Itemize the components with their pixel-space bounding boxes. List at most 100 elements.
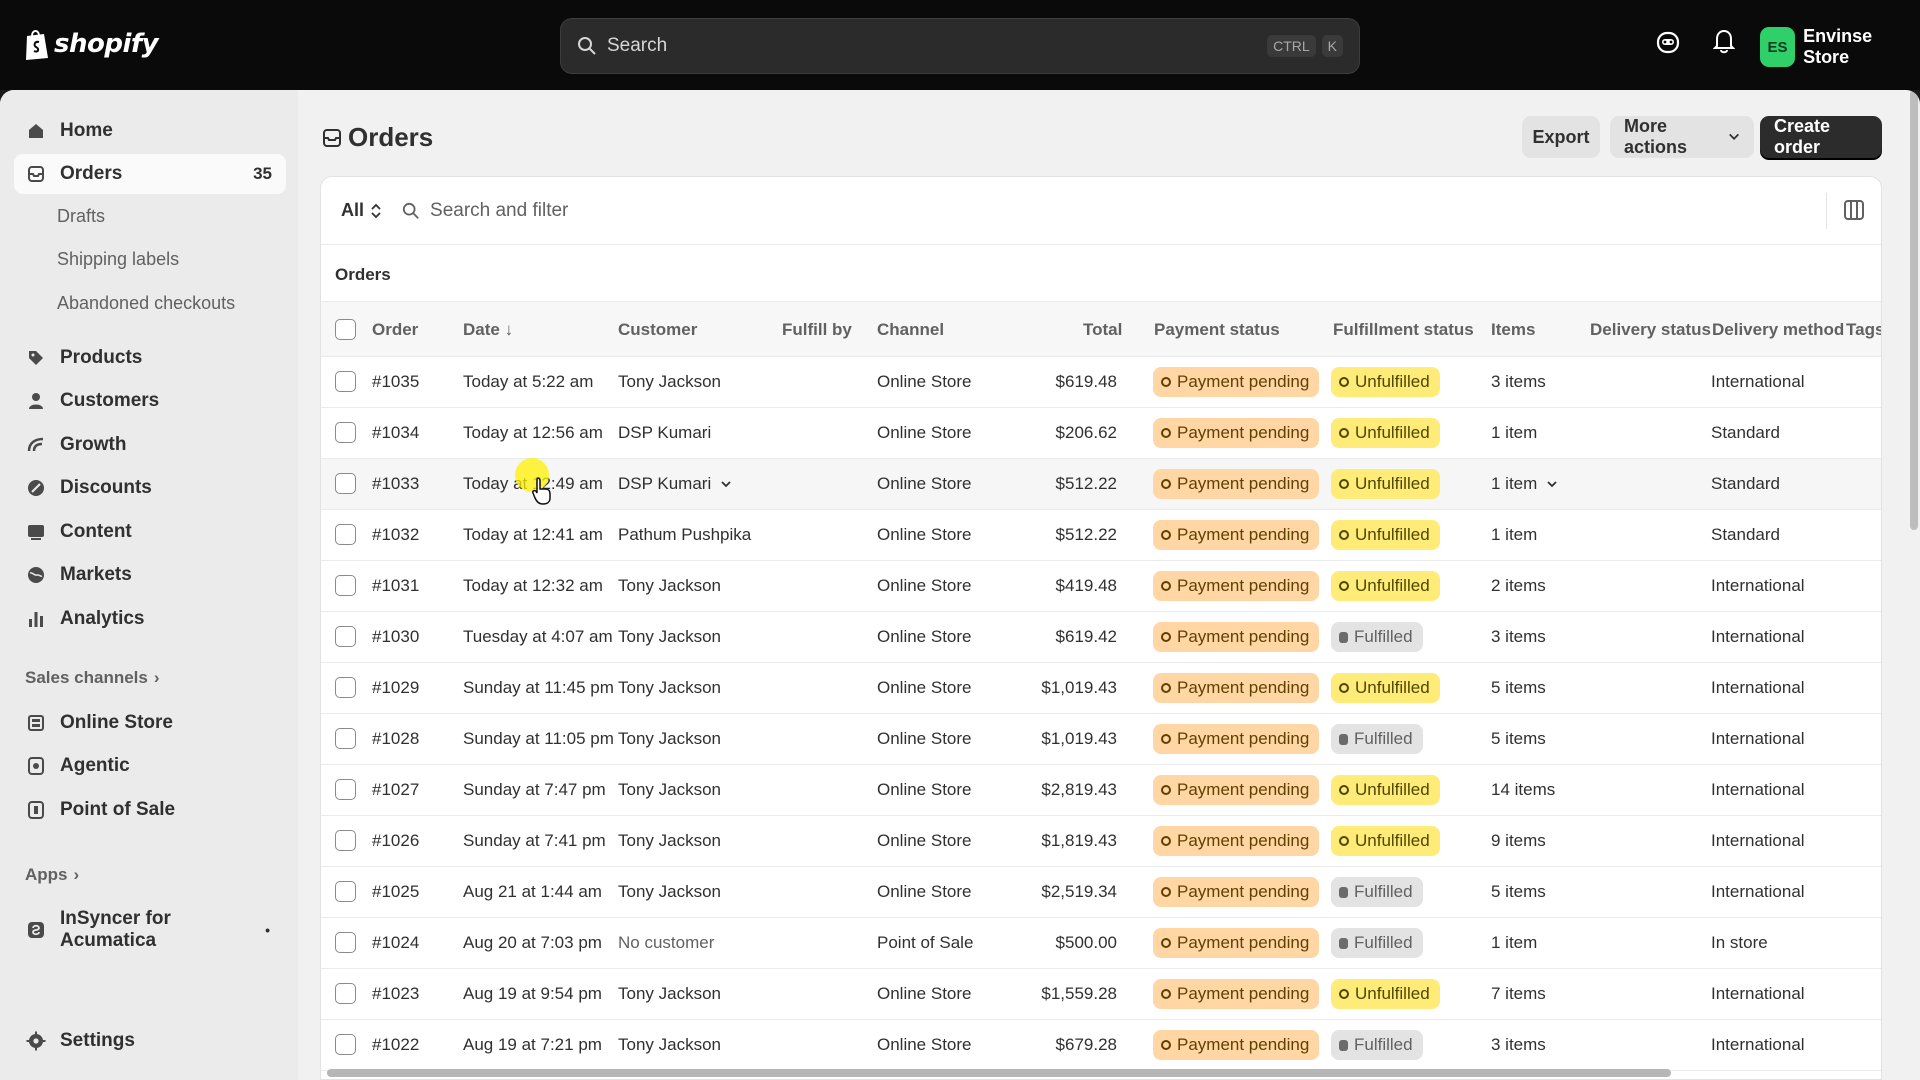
- vertical-scrollbar[interactable]: [1910, 90, 1918, 530]
- search-placeholder: Search: [607, 35, 668, 56]
- order-total: $512.22: [1055, 474, 1117, 493]
- unfulfilled-ring-icon: [1339, 377, 1349, 387]
- table-row[interactable]: #1026 Sunday at 7:41 pm Tony Jackson Online…: [321, 816, 1881, 867]
- sidebar-item-insyncer[interactable]: InSyncer for Acumatica •: [14, 908, 286, 951]
- unfulfilled-ring-icon: [1339, 479, 1349, 489]
- header-channel[interactable]: Channel: [877, 320, 944, 340]
- pointer-hand-icon: [532, 477, 551, 505]
- select-all-checkbox[interactable]: [335, 319, 356, 340]
- table-row[interactable]: #1030 Tuesday at 4:07 am Tony Jackson Onlin…: [321, 612, 1881, 663]
- sidebar-subitem-drafts[interactable]: Drafts: [57, 206, 105, 227]
- header-date[interactable]: Date ↓: [463, 320, 513, 340]
- sidebar-item-products[interactable]: Products: [14, 338, 286, 378]
- sidekick-button[interactable]: [1655, 28, 1681, 56]
- header-delivery-method[interactable]: Delivery method: [1712, 320, 1844, 340]
- discount-icon: [26, 478, 46, 498]
- table-row[interactable]: #1034 Today at 12:56 am DSP Kumari Online S…: [321, 408, 1881, 459]
- items-count: 3 items: [1491, 372, 1546, 392]
- search-and-filter-input[interactable]: Search and filter: [402, 200, 568, 222]
- pending-ring-icon: [1161, 938, 1171, 948]
- unfulfilled-ring-icon: [1339, 989, 1349, 999]
- sidebar-item-online-store[interactable]: Online Store: [14, 703, 286, 743]
- sales-channels-heading[interactable]: Sales channels ›: [25, 668, 160, 688]
- table-row[interactable]: #1035 Today at 5:22 am Tony Jackson Online …: [321, 357, 1881, 408]
- table-row[interactable]: #1028 Sunday at 11:05 pm Tony Jackson Onlin…: [321, 714, 1881, 765]
- more-actions-button[interactable]: More actions: [1610, 116, 1754, 158]
- sidebar-item-analytics[interactable]: Analytics: [14, 599, 286, 639]
- pending-ring-icon: [1161, 530, 1171, 540]
- sidebar-item-home[interactable]: Home: [14, 111, 286, 151]
- columns-icon[interactable]: [1843, 199, 1865, 221]
- notifications-button[interactable]: [1713, 28, 1735, 54]
- sidebar-item-agentic[interactable]: Agentic: [14, 746, 286, 786]
- orders-icon: [26, 164, 46, 184]
- shortcut-k: K: [1321, 35, 1343, 57]
- table-row[interactable]: #1024 Aug 20 at 7:03 pm No customer Point o…: [321, 918, 1881, 969]
- create-order-button[interactable]: Create order: [1760, 116, 1882, 158]
- global-search[interactable]: Search CTRL K: [560, 18, 1360, 74]
- chevron-down-icon[interactable]: [1546, 479, 1558, 489]
- growth-icon: [26, 435, 46, 455]
- sidebar-item-orders[interactable]: Orders 35: [14, 154, 286, 194]
- sidebar-item-customers[interactable]: Customers: [14, 381, 286, 421]
- table-row[interactable]: #1032 Today at 12:41 am Pathum Pushpika Onl…: [321, 510, 1881, 561]
- table-row[interactable]: #1023 Aug 19 at 9:54 pm Tony Jackson Online…: [321, 969, 1881, 1020]
- export-button[interactable]: Export: [1522, 116, 1600, 158]
- header-total[interactable]: Total: [1083, 320, 1122, 340]
- sidebar-item-settings[interactable]: Settings: [14, 1021, 286, 1061]
- table-row[interactable]: #1029 Sunday at 11:45 pm Tony Jackson Onlin…: [321, 663, 1881, 714]
- fulfilled-dot-icon: [1339, 631, 1348, 643]
- delivery-method: International: [1711, 831, 1805, 850]
- sidebar-item-content[interactable]: Content: [14, 512, 286, 552]
- fulfillment-status-badge: Unfulfilled: [1331, 571, 1440, 601]
- header-tags[interactable]: Tags: [1846, 320, 1881, 340]
- fulfillment-status-text: Unfulfilled: [1355, 576, 1430, 595]
- store-switcher[interactable]: ES Envinse Store: [1760, 26, 1920, 68]
- header-customer[interactable]: Customer: [618, 320, 697, 340]
- sidebar-item-markets[interactable]: Markets: [14, 555, 286, 595]
- items-count-text: 1 item: [1491, 933, 1538, 952]
- payment-status-text: Payment pending: [1177, 576, 1310, 595]
- sort-updown-icon: [371, 203, 381, 218]
- items-count: 5 items: [1491, 678, 1546, 698]
- shopify-logo[interactable]: shopify: [24, 27, 159, 61]
- items-count[interactable]: 1 item: [1491, 474, 1558, 494]
- horizontal-scrollbar[interactable]: [327, 1069, 1671, 1077]
- table-row[interactable]: #1022 Aug 19 at 7:21 pm Tony Jackson Online…: [321, 1020, 1881, 1071]
- fulfillment-status-badge: Unfulfilled: [1331, 775, 1440, 805]
- main-content: Orders Export More actions Create order …: [298, 90, 1920, 1080]
- top-bar: shopify Search CTRL K ES Envinse Store: [0, 0, 1920, 90]
- header-order[interactable]: Order: [372, 320, 418, 340]
- sidebar-item-label: Products: [60, 347, 143, 368]
- header-items[interactable]: Items: [1491, 320, 1535, 340]
- pending-ring-icon: [1161, 683, 1171, 693]
- header-fulfillment-status[interactable]: Fulfillment status: [1333, 320, 1474, 340]
- sidebar-subitem-shipping-labels[interactable]: Shipping labels: [57, 249, 179, 270]
- items-count-text: 5 items: [1491, 882, 1546, 901]
- sidebar-item-label: Customers: [60, 390, 160, 411]
- payment-status-text: Payment pending: [1177, 984, 1310, 1003]
- fulfillment-status-badge: Fulfilled: [1331, 622, 1423, 652]
- table-row[interactable]: #1031 Today at 12:32 am Tony Jackson Online…: [321, 561, 1881, 612]
- header-delivery-status[interactable]: Delivery status: [1590, 320, 1711, 340]
- view-selector[interactable]: All: [341, 200, 382, 221]
- sidebar-item-point-of-sale[interactable]: Point of Sale: [14, 790, 286, 830]
- items-count: 1 item: [1491, 525, 1537, 545]
- fulfillment-status-badge: Fulfilled: [1331, 1030, 1423, 1060]
- sidebar-item-discounts[interactable]: Discounts: [14, 468, 286, 508]
- fulfillment-status-badge: Unfulfilled: [1331, 673, 1440, 703]
- table-row[interactable]: #1025 Aug 21 at 1:44 am Tony Jackson Online…: [321, 867, 1881, 918]
- header-fulfill-by[interactable]: Fulfill by: [782, 320, 852, 340]
- fulfillment-status-badge: Unfulfilled: [1331, 469, 1440, 499]
- shopify-bag-icon: [26, 30, 48, 60]
- payment-status-badge: Payment pending: [1153, 1030, 1320, 1060]
- chart-bar-icon: [26, 609, 46, 629]
- sidebar-item-growth[interactable]: Growth: [14, 425, 286, 465]
- table-row[interactable]: #1033Today at 12:49 amDSP Kumari Online …: [321, 459, 1881, 510]
- header-payment-status[interactable]: Payment status: [1154, 320, 1280, 340]
- order-total: $419.48: [1055, 576, 1117, 595]
- table-row[interactable]: #1027 Sunday at 7:47 pm Tony Jackson Online…: [321, 765, 1881, 816]
- search-icon: [578, 37, 596, 55]
- sidebar-subitem-abandoned-checkouts[interactable]: Abandoned checkouts: [57, 293, 235, 314]
- apps-heading[interactable]: Apps ›: [25, 865, 79, 885]
